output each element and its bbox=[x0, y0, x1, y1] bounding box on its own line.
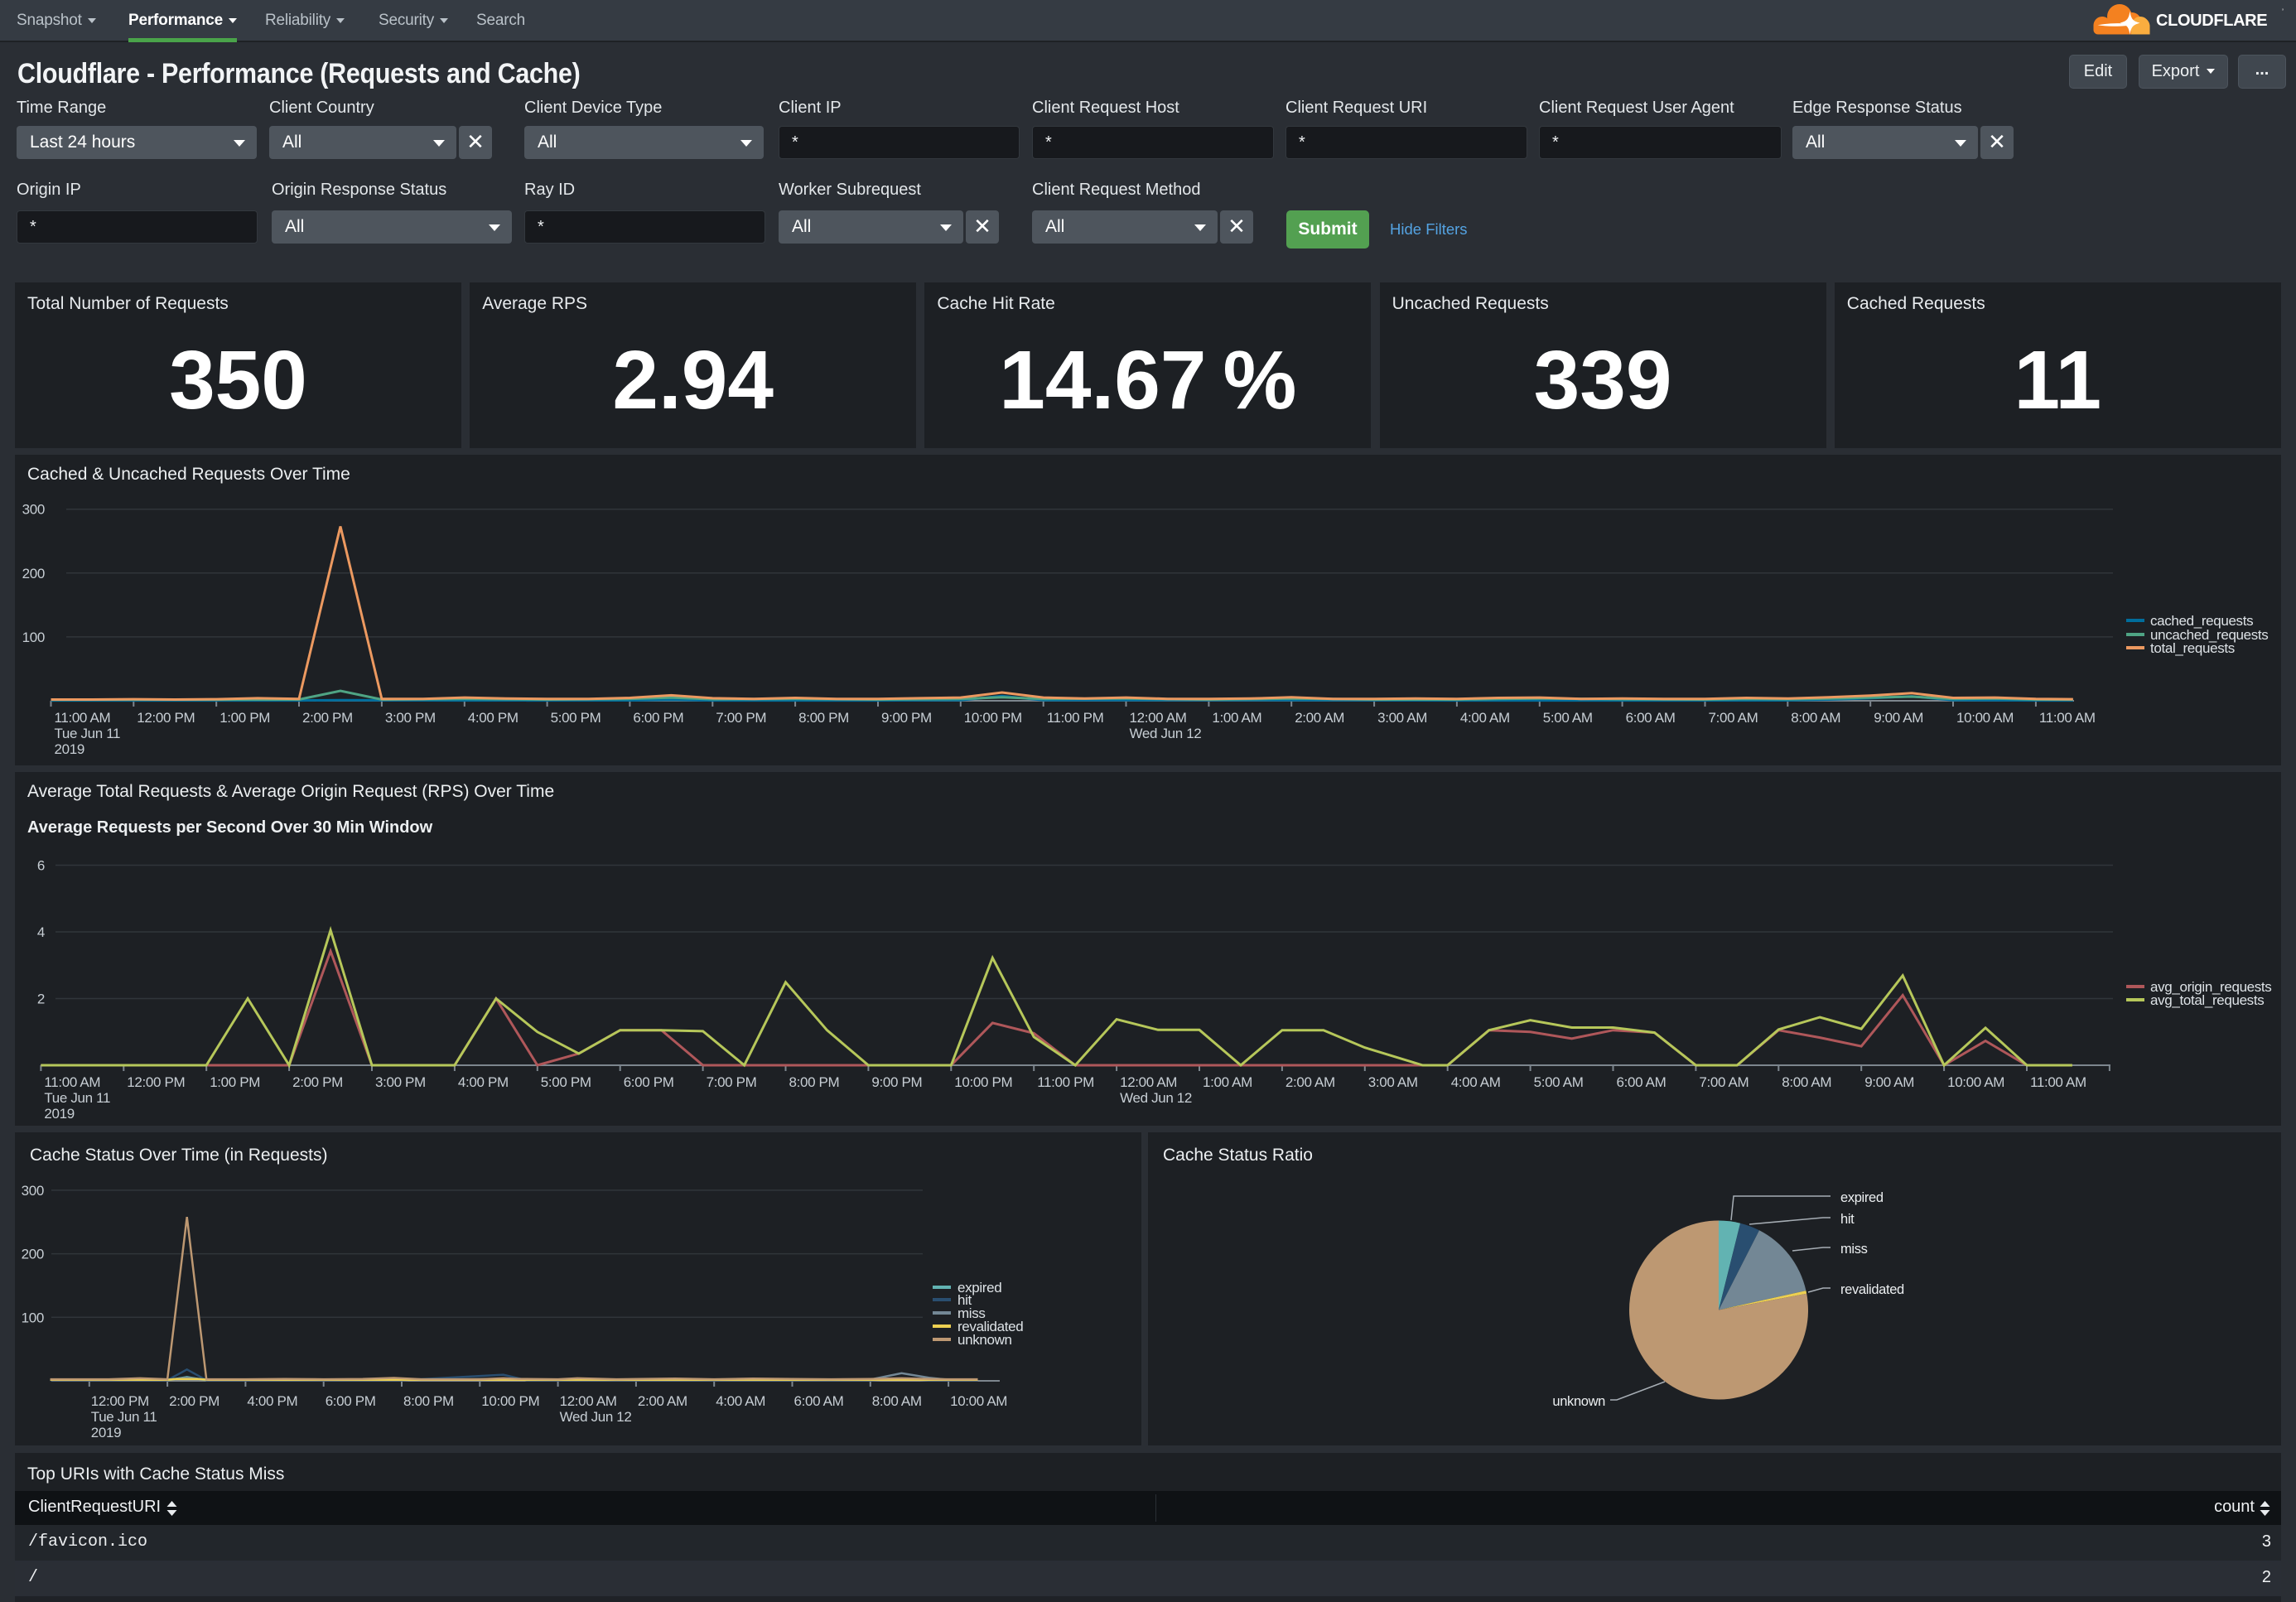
svg-text:2:00 AM: 2:00 AM bbox=[638, 1393, 687, 1409]
svg-text:11:00 AM: 11:00 AM bbox=[2030, 1074, 2086, 1090]
svg-text:11:00 AM: 11:00 AM bbox=[2039, 710, 2096, 726]
svg-text:2:00 PM: 2:00 PM bbox=[292, 1074, 343, 1090]
svg-text:2019: 2019 bbox=[91, 1425, 121, 1440]
svg-text:11:00 AM: 11:00 AM bbox=[44, 1074, 100, 1090]
svg-text:7:00 AM: 7:00 AM bbox=[1709, 710, 1758, 726]
svg-text:200: 200 bbox=[22, 566, 45, 581]
svg-text:8:00 AM: 8:00 AM bbox=[1782, 1074, 1831, 1090]
svg-text:7:00 PM: 7:00 PM bbox=[716, 710, 766, 726]
svg-text:2: 2 bbox=[37, 992, 45, 1007]
svg-text:Tue Jun 11: Tue Jun 11 bbox=[91, 1409, 157, 1425]
svg-text:10:00 AM: 10:00 AM bbox=[1956, 710, 2014, 726]
svg-text:unknown: unknown bbox=[957, 1332, 1012, 1348]
svg-text:expired: expired bbox=[1840, 1190, 1884, 1205]
svg-text:10:00 PM: 10:00 PM bbox=[481, 1393, 539, 1409]
svg-text:4:00 PM: 4:00 PM bbox=[247, 1393, 297, 1409]
svg-text:4:00 PM: 4:00 PM bbox=[458, 1074, 509, 1090]
svg-text:Tue Jun 11: Tue Jun 11 bbox=[55, 726, 121, 741]
svg-text:2:00 PM: 2:00 PM bbox=[169, 1393, 219, 1409]
svg-text:5:00 AM: 5:00 AM bbox=[1534, 1074, 1584, 1090]
svg-text:8:00 AM: 8:00 AM bbox=[1791, 710, 1840, 726]
svg-text:1:00 AM: 1:00 AM bbox=[1203, 1074, 1252, 1090]
svg-text:12:00 PM: 12:00 PM bbox=[91, 1393, 149, 1409]
svg-text:6:00 AM: 6:00 AM bbox=[794, 1393, 844, 1409]
svg-text:unknown: unknown bbox=[1552, 1394, 1605, 1409]
svg-text:5:00 PM: 5:00 PM bbox=[541, 1074, 591, 1090]
svg-text:10:00 PM: 10:00 PM bbox=[954, 1074, 1012, 1090]
svg-text:10:00 PM: 10:00 PM bbox=[964, 710, 1022, 726]
svg-text:10:00 AM: 10:00 AM bbox=[950, 1393, 1007, 1409]
svg-text:8:00 PM: 8:00 PM bbox=[798, 710, 849, 726]
svg-text:3:00 PM: 3:00 PM bbox=[385, 710, 436, 726]
svg-text:6:00 PM: 6:00 PM bbox=[633, 710, 683, 726]
svg-text:6:00 AM: 6:00 AM bbox=[1617, 1074, 1667, 1090]
svg-text:2:00 PM: 2:00 PM bbox=[302, 710, 353, 726]
svg-text:12:00 AM: 12:00 AM bbox=[1130, 710, 1187, 726]
svg-text:300: 300 bbox=[22, 1183, 44, 1199]
svg-text:2019: 2019 bbox=[44, 1106, 74, 1122]
svg-text:1:00 AM: 1:00 AM bbox=[1212, 710, 1261, 726]
svg-text:4:00 PM: 4:00 PM bbox=[468, 710, 519, 726]
svg-text:2019: 2019 bbox=[55, 741, 84, 757]
svg-text:9:00 PM: 9:00 PM bbox=[881, 710, 932, 726]
svg-text:8:00 AM: 8:00 AM bbox=[872, 1393, 922, 1409]
svg-text:3:00 AM: 3:00 AM bbox=[1368, 1074, 1418, 1090]
svg-text:100: 100 bbox=[22, 630, 45, 645]
svg-text:8:00 PM: 8:00 PM bbox=[403, 1393, 454, 1409]
svg-text:revalidated: revalidated bbox=[1840, 1282, 1904, 1297]
svg-text:8:00 PM: 8:00 PM bbox=[789, 1074, 840, 1090]
svg-text:avg_total_requests: avg_total_requests bbox=[2150, 992, 2264, 1008]
svg-text:100: 100 bbox=[22, 1310, 44, 1325]
svg-text:Wed Jun 12: Wed Jun 12 bbox=[560, 1409, 632, 1425]
svg-text:2:00 AM: 2:00 AM bbox=[1285, 1074, 1335, 1090]
svg-text:4: 4 bbox=[37, 924, 45, 940]
svg-text:Wed Jun 12: Wed Jun 12 bbox=[1130, 726, 1202, 741]
svg-text:6: 6 bbox=[37, 858, 45, 874]
svg-text:12:00 AM: 12:00 AM bbox=[560, 1393, 617, 1409]
svg-text:4:00 AM: 4:00 AM bbox=[1460, 710, 1510, 726]
svg-text:9:00 PM: 9:00 PM bbox=[871, 1074, 922, 1090]
svg-text:200: 200 bbox=[22, 1247, 44, 1262]
svg-text:12:00 PM: 12:00 PM bbox=[127, 1074, 185, 1090]
svg-text:1:00 PM: 1:00 PM bbox=[219, 710, 270, 726]
svg-text:4:00 AM: 4:00 AM bbox=[1451, 1074, 1501, 1090]
svg-text:11:00 AM: 11:00 AM bbox=[55, 710, 111, 726]
svg-text:miss: miss bbox=[1840, 1242, 1868, 1257]
svg-text:11:00 PM: 11:00 PM bbox=[1037, 1074, 1094, 1090]
svg-text:3:00 PM: 3:00 PM bbox=[375, 1074, 426, 1090]
svg-text:Tue Jun 11: Tue Jun 11 bbox=[44, 1090, 110, 1106]
svg-text:4:00 AM: 4:00 AM bbox=[716, 1393, 765, 1409]
svg-text:7:00 AM: 7:00 AM bbox=[1699, 1074, 1749, 1090]
svg-text:9:00 AM: 9:00 AM bbox=[1874, 710, 1923, 726]
svg-text:’: ’ bbox=[2282, 7, 2284, 16]
svg-text:12:00 PM: 12:00 PM bbox=[137, 710, 195, 726]
svg-text:5:00 AM: 5:00 AM bbox=[1543, 710, 1593, 726]
svg-text:9:00 AM: 9:00 AM bbox=[1864, 1074, 1914, 1090]
svg-text:7:00 PM: 7:00 PM bbox=[707, 1074, 757, 1090]
svg-text:total_requests: total_requests bbox=[2150, 640, 2235, 656]
svg-text:3:00 AM: 3:00 AM bbox=[1377, 710, 1427, 726]
svg-text:6:00 AM: 6:00 AM bbox=[1626, 710, 1676, 726]
svg-text:11:00 PM: 11:00 PM bbox=[1047, 710, 1104, 726]
svg-text:6:00 PM: 6:00 PM bbox=[326, 1393, 376, 1409]
svg-text:1:00 PM: 1:00 PM bbox=[210, 1074, 260, 1090]
svg-text:CLOUDFLARE: CLOUDFLARE bbox=[2156, 12, 2267, 30]
svg-text:300: 300 bbox=[22, 502, 45, 518]
svg-text:6:00 PM: 6:00 PM bbox=[624, 1074, 674, 1090]
svg-text:Wed Jun 12: Wed Jun 12 bbox=[1120, 1090, 1192, 1106]
svg-text:2:00 AM: 2:00 AM bbox=[1295, 710, 1344, 726]
svg-text:12:00 AM: 12:00 AM bbox=[1120, 1074, 1177, 1090]
svg-text:hit: hit bbox=[1840, 1212, 1855, 1227]
svg-text:10:00 AM: 10:00 AM bbox=[1947, 1074, 2004, 1090]
svg-text:5:00 PM: 5:00 PM bbox=[551, 710, 601, 726]
